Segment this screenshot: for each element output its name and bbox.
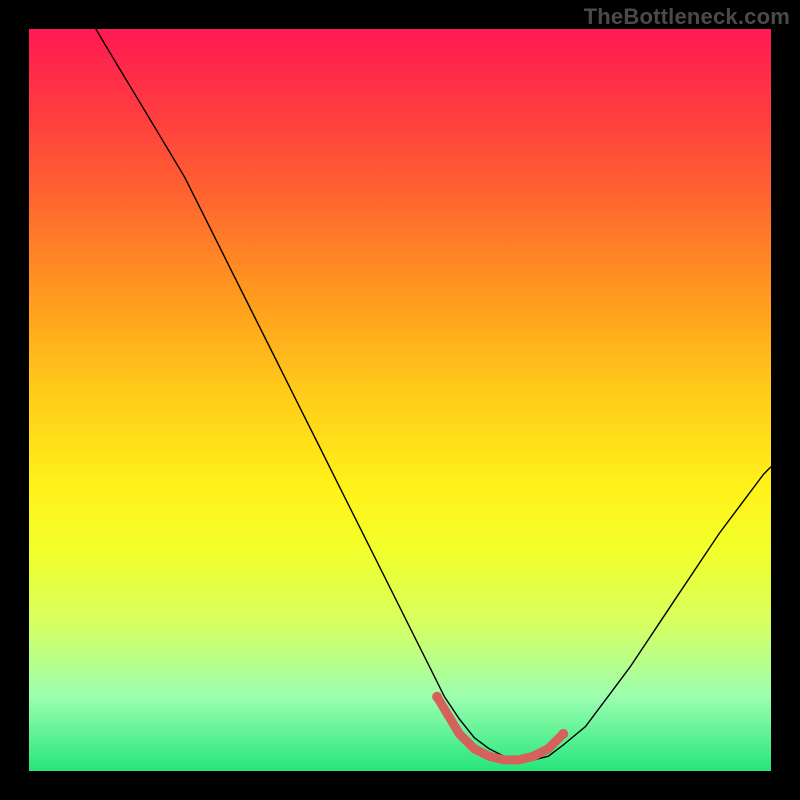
optimal-range-start-dot [432,692,442,702]
plot-area [29,29,771,771]
watermark-text: TheBottleneck.com [584,4,790,30]
bottleneck-curve [96,29,771,760]
optimal-range-end-dot [558,729,568,739]
optimal-range-marker [437,697,563,760]
chart-frame: TheBottleneck.com [0,0,800,800]
plot-svg [29,29,771,771]
